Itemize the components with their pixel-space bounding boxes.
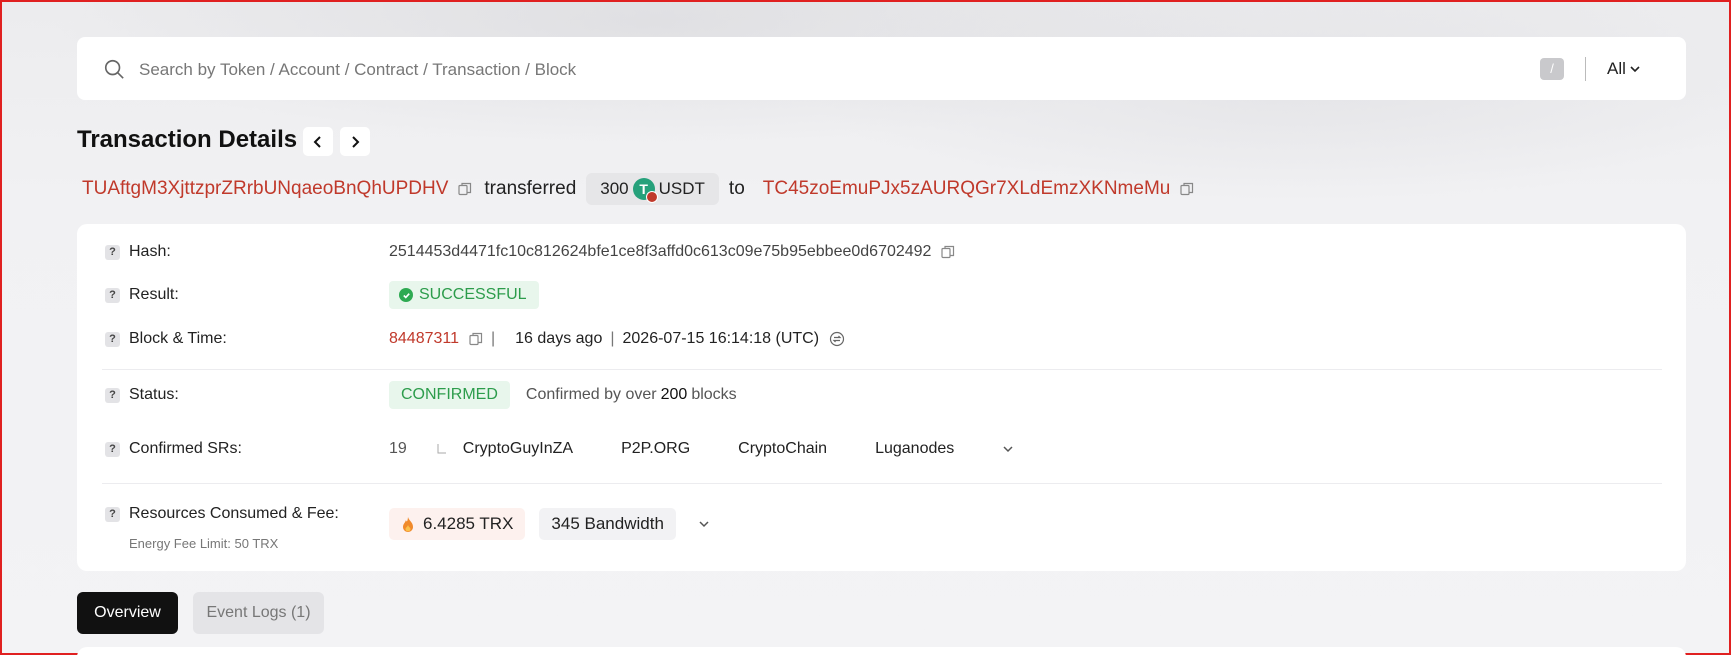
hash-value-group: 2514453d4471fc10c812624bfe1ce8f3affd0c61…	[389, 242, 955, 262]
separator: |	[610, 330, 615, 347]
tether-icon: T	[632, 178, 658, 203]
next-transaction-button[interactable]	[340, 127, 370, 156]
search-bar: / All	[77, 37, 1686, 100]
resources-value-group: 6.4285 TRX 345 Bandwidth	[389, 508, 710, 540]
confirmed-count: 200	[660, 386, 688, 403]
overview-panel	[77, 647, 1686, 655]
confirmed-srs-row: ? Confirmed SRs:	[105, 439, 242, 459]
tab-event-logs[interactable]: Event Logs (1)	[193, 592, 324, 634]
result-row: ? Result:	[105, 285, 179, 305]
transaction-details-card: ? Hash: 2514453d4471fc10c812624bfe1ce8f3…	[77, 224, 1686, 571]
confirmed-srs-value-group: 19 CryptoGuyInZA P2P.ORG CryptoChain Lug…	[389, 439, 1014, 459]
copy-icon[interactable]	[469, 332, 483, 346]
resources-row: ? Resources Consumed & Fee:	[105, 504, 339, 524]
transfer-summary: TUAftgM3XjttzprZRrbUNqaeoBnQhUPDHV trans…	[82, 172, 1194, 206]
confirmed-prefix: Confirmed by over	[525, 386, 657, 403]
sr-item[interactable]: CryptoGuyInZA	[463, 440, 573, 458]
flame-icon	[403, 516, 413, 532]
sr-item[interactable]: Luganodes	[875, 440, 954, 458]
status-badge: CONFIRMED	[389, 381, 510, 409]
block-number-link[interactable]: 84487311	[389, 330, 459, 348]
status-value-group: CONFIRMED Confirmed by over 200 blocks	[389, 381, 737, 409]
from-address-link[interactable]: TUAftgM3XjttzprZRrbUNqaeoBnQhUPDHV	[82, 178, 448, 200]
block-time-row: ? Block & Time:	[105, 329, 227, 349]
search-input[interactable]	[137, 55, 1341, 85]
resources-label: Resources Consumed & Fee:	[129, 505, 339, 522]
token-amount: 300	[600, 179, 629, 198]
search-divider	[1585, 57, 1586, 81]
fee-trx-value: 6.4285 TRX	[423, 514, 514, 533]
chevron-down-icon	[1630, 66, 1640, 73]
block-timestamp: 2026-07-15 16:14:18 (UTC)	[622, 330, 820, 347]
section-divider	[102, 483, 1662, 484]
token-symbol[interactable]: USDT	[659, 179, 705, 199]
to-address-link[interactable]: TC45zoEmuPJx5zAURQGr7XLdEmzXKNmeMu	[763, 178, 1171, 200]
result-badge: SUCCESSFUL	[389, 281, 539, 309]
search-icon	[104, 59, 124, 79]
result-value-group: SUCCESSFUL	[389, 281, 539, 309]
transfer-verb: transferred	[484, 178, 577, 199]
bandwidth-value: 345 Bandwidth	[551, 514, 664, 533]
previous-transaction-button[interactable]	[303, 127, 333, 156]
expand-resources-button[interactable]	[698, 518, 710, 530]
tree-branch-icon	[437, 444, 446, 454]
help-icon[interactable]: ?	[105, 387, 120, 403]
block-age: 16 days ago	[515, 330, 603, 347]
copy-icon[interactable]	[941, 245, 955, 259]
token-amount-chip: 300 T USDT	[586, 173, 719, 205]
separator: |	[491, 330, 496, 347]
result-value: SUCCESSFUL	[419, 286, 527, 303]
hash-row: ? Hash:	[105, 242, 171, 262]
chevron-down-icon	[699, 521, 709, 528]
check-circle-icon	[399, 288, 413, 302]
block-time-value-group: 84487311 | 16 days ago | 2026-07-15 16:1…	[389, 329, 845, 349]
block-time-label: Block & Time:	[129, 330, 227, 347]
chevron-left-icon	[313, 135, 321, 148]
result-label: Result:	[129, 286, 179, 303]
copy-icon[interactable]	[458, 182, 472, 196]
help-icon[interactable]: ?	[105, 287, 120, 303]
energy-fee-limit: Energy Fee Limit: 50 TRX	[129, 536, 279, 551]
bandwidth-chip: 345 Bandwidth	[539, 508, 676, 540]
page-title: Transaction Details	[77, 126, 298, 153]
hash-value: 2514453d4471fc10c812624bfe1ce8f3affd0c61…	[389, 243, 932, 260]
expand-srs-button[interactable]	[1002, 443, 1014, 455]
chevron-right-icon	[352, 135, 360, 148]
tab-overview[interactable]: Overview	[77, 592, 178, 634]
tron-badge-icon	[645, 191, 658, 203]
fee-trx-chip: 6.4285 TRX	[389, 508, 526, 540]
help-icon[interactable]: ?	[105, 331, 120, 347]
transfer-to-word: to	[728, 178, 745, 199]
sr-item[interactable]: CryptoChain	[738, 440, 827, 458]
help-icon[interactable]: ?	[105, 244, 120, 260]
search-shortcut-key: /	[1540, 58, 1564, 80]
search-filter-dropdown[interactable]: All	[1607, 57, 1640, 81]
status-label: Status:	[129, 386, 179, 403]
confirmed-srs-label: Confirmed SRs:	[129, 440, 242, 457]
sr-list: CryptoGuyInZA P2P.ORG CryptoChain Lugano…	[463, 440, 1002, 458]
search-filter-label: All	[1607, 59, 1626, 78]
confirmed-suffix: blocks	[691, 386, 737, 403]
srs-count: 19	[389, 440, 407, 457]
chevron-down-icon	[1003, 446, 1013, 453]
help-icon[interactable]: ?	[105, 506, 120, 522]
copy-icon[interactable]	[1180, 182, 1194, 196]
switch-timezone-icon[interactable]	[829, 331, 845, 347]
status-row: ? Status:	[105, 385, 179, 405]
sr-item[interactable]: P2P.ORG	[621, 440, 690, 458]
section-divider	[102, 369, 1662, 370]
help-icon[interactable]: ?	[105, 441, 120, 457]
hash-label: Hash:	[129, 243, 171, 260]
